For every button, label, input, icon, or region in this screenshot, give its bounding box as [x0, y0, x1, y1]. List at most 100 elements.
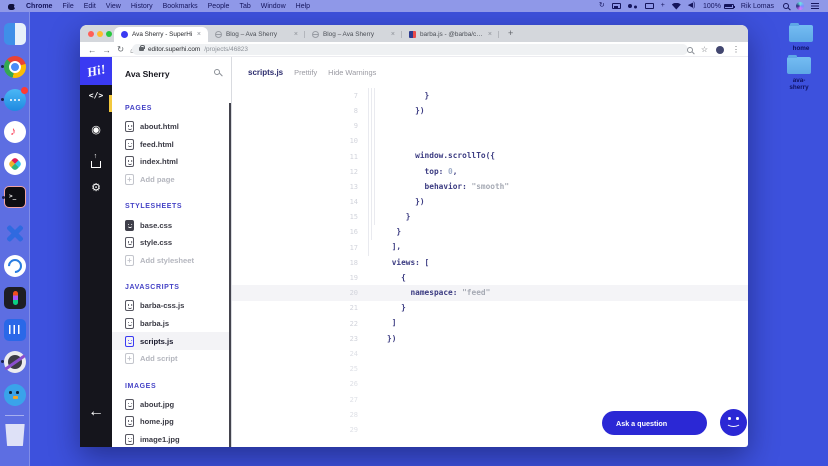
window-zoom-button[interactable] — [106, 30, 112, 37]
menu-item-edit[interactable]: Edit — [84, 3, 96, 10]
file-row[interactable]: about.html — [112, 118, 231, 136]
browser-tab[interactable]: Blog – Ava Sherry × — [305, 27, 402, 42]
user-switch-icon[interactable] — [627, 3, 638, 10]
code-line[interactable]: 8 }) — [232, 103, 748, 118]
code-line[interactable]: 11 window.scrollTo({ — [232, 149, 748, 164]
menu-item-history[interactable]: History — [131, 3, 153, 10]
browser-forward-icon[interactable]: → — [103, 45, 112, 55]
window-minimize-button[interactable] — [97, 30, 103, 37]
address-bar[interactable]: editor.superhi.com/projects/46823 — [132, 44, 688, 55]
code-line[interactable]: 23}) — [232, 331, 748, 346]
code-line[interactable]: 14 }) — [232, 194, 748, 209]
desktop-folder[interactable]: ava-sherry — [784, 54, 814, 91]
code-line[interactable]: 7 } — [232, 88, 748, 103]
browser-tab[interactable]: Ava Sherry - SuperHi × — [114, 27, 208, 42]
menu-icon[interactable] — [810, 3, 819, 9]
browser-tab[interactable]: barba.js - @barba/core × — [402, 27, 499, 42]
bookmark-star-icon[interactable]: ☆ — [701, 45, 708, 54]
add-file-row[interactable]: + Add page — [112, 171, 231, 189]
new-tab-button[interactable]: + — [508, 28, 513, 38]
menu-item-chrome[interactable]: Chrome — [26, 3, 52, 10]
code-line[interactable]: 16 } — [232, 225, 748, 240]
window-close-button[interactable] — [88, 30, 94, 37]
preview-icon[interactable]: ◉ — [80, 123, 112, 136]
add-file-row[interactable]: + Add script — [112, 350, 231, 368]
battery-icon[interactable] — [723, 3, 736, 9]
code-line[interactable]: 12 top: 0, — [232, 164, 748, 179]
file-row[interactable]: about.jpg — [112, 396, 231, 414]
code-line[interactable]: 25 — [232, 361, 748, 376]
menu-item-file[interactable]: File — [62, 3, 73, 10]
code-line[interactable]: 15 } — [232, 210, 748, 225]
ask-question-button[interactable]: Ask a question — [602, 411, 707, 435]
plus-icon[interactable]: + — [661, 2, 665, 10]
prettify-button[interactable]: Prettify — [294, 68, 317, 77]
search-icon[interactable] — [782, 3, 789, 9]
code-line[interactable]: 21 } — [232, 301, 748, 316]
code-line[interactable]: 19 { — [232, 270, 748, 285]
browser-menu-icon[interactable]: ⋮ — [732, 45, 740, 54]
add-file-row[interactable]: + Add stylesheet — [112, 252, 231, 270]
settings-icon[interactable]: ⚙ — [80, 181, 112, 194]
browser-reload-icon[interactable]: ↻ — [117, 44, 124, 55]
hide-warnings-button[interactable]: Hide Warnings — [328, 68, 376, 77]
wifi-icon[interactable] — [671, 2, 681, 10]
code-line[interactable]: 18 views: [ — [232, 255, 748, 270]
screen-mirroring-icon[interactable] — [611, 3, 621, 9]
menu-item-view[interactable]: View — [106, 3, 121, 10]
file-search-icon[interactable] — [214, 69, 220, 75]
menu-item-help[interactable]: Help — [296, 3, 310, 10]
mail-dock-icon[interactable] — [4, 255, 26, 277]
file-row[interactable]: image1.jpg — [112, 431, 231, 447]
finder-dock-icon[interactable] — [4, 23, 26, 45]
volume-icon[interactable]: ◀) — [688, 2, 696, 10]
slack-dock-icon[interactable] — [4, 153, 26, 175]
code-line[interactable]: 22 ] — [232, 316, 748, 331]
menu-item-bookmarks[interactable]: Bookmarks — [163, 3, 198, 10]
refresh-icon[interactable]: ↻ — [599, 2, 605, 10]
browser-back-icon[interactable]: ← — [88, 45, 97, 55]
code-icon[interactable]: </> — [80, 91, 112, 112]
menu-item-people[interactable]: People — [208, 3, 230, 10]
code-line[interactable]: 24 — [232, 346, 748, 361]
apple-logo-icon[interactable] — [8, 2, 17, 10]
siri-icon[interactable] — [795, 2, 804, 10]
browser-tab[interactable]: Blog – Ava Sherry × — [208, 27, 305, 42]
menu-item-window[interactable]: Window — [261, 3, 286, 10]
code-line[interactable]: 9 — [232, 118, 748, 133]
menu-item-tab[interactable]: Tab — [239, 3, 250, 10]
tab-close-icon[interactable]: × — [488, 31, 492, 38]
file-row[interactable]: scripts.js — [112, 332, 231, 350]
code-editor[interactable]: 7 } 8 }) 9 10 11 window.scrollTo({12 top: 0,… — [232, 88, 748, 447]
messages-dock-icon[interactable] — [0, 87, 28, 111]
superhi-logo[interactable]: Hi! — [80, 57, 112, 85]
desktop-folder[interactable]: home — [786, 22, 816, 52]
back-arrow-icon[interactable]: ← — [80, 403, 112, 421]
file-row[interactable]: barba-css.js — [112, 297, 231, 315]
file-panel-scrollbar[interactable] — [229, 103, 231, 447]
file-row[interactable]: index.html — [112, 153, 231, 171]
code-line[interactable]: 27 — [232, 392, 748, 407]
figma-dock-icon[interactable] — [4, 287, 26, 309]
intercom-dock-icon[interactable] — [4, 319, 26, 341]
twitter-bird-dock-icon[interactable] — [4, 384, 26, 406]
quicktime-dock-icon[interactable] — [0, 351, 26, 373]
tab-close-icon[interactable]: × — [391, 31, 395, 38]
code-line[interactable]: 10 — [232, 134, 748, 149]
code-line[interactable]: 17 ], — [232, 240, 748, 255]
display-icon[interactable] — [644, 3, 654, 9]
file-row[interactable]: base.css — [112, 216, 231, 234]
code-line[interactable]: 20 namespace: "feed" — [232, 285, 748, 301]
search-icon[interactable] — [686, 46, 693, 53]
publish-icon[interactable] — [80, 153, 112, 168]
code-x-dock-icon[interactable] — [4, 222, 26, 244]
file-row[interactable]: feed.html — [112, 136, 231, 154]
file-row[interactable]: style.css — [112, 234, 231, 252]
file-row[interactable]: home.jpg — [112, 413, 231, 431]
chrome-dock-icon[interactable] — [0, 56, 26, 78]
trash-dock-icon[interactable] — [5, 424, 25, 446]
smiley-icon[interactable] — [720, 409, 747, 436]
code-line[interactable]: 26 — [232, 377, 748, 392]
file-row[interactable]: barba.js — [112, 315, 231, 333]
terminal-dock-icon[interactable] — [1, 186, 26, 208]
